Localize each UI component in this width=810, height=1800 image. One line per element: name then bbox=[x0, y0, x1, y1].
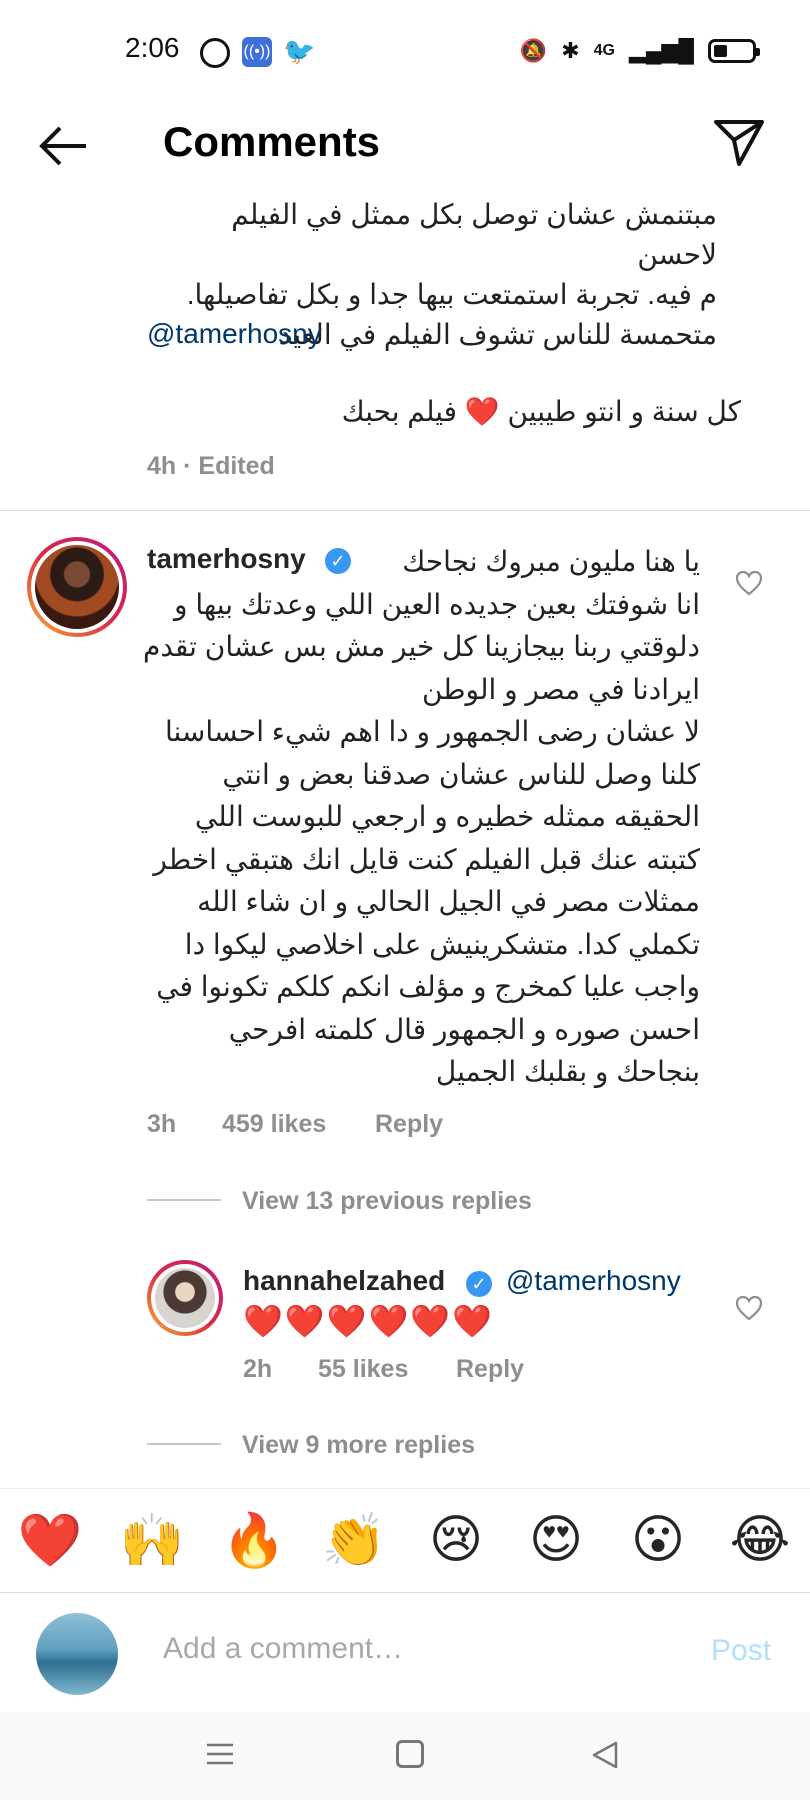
verified-badge-icon: ✓ bbox=[466, 1271, 492, 1297]
signal-icon: ▂▄▆█ bbox=[628, 38, 694, 63]
post-button[interactable]: Post bbox=[711, 1634, 771, 1668]
like-heart-icon[interactable] bbox=[735, 570, 763, 596]
caption-line: مبتنمش عشان توصل بكل ممثل في الفيلم لاحس… bbox=[231, 199, 717, 270]
back-arrow-icon[interactable] bbox=[36, 118, 92, 174]
comment-input[interactable] bbox=[163, 1632, 683, 1666]
emoji-clap[interactable]: 👏 bbox=[320, 1510, 388, 1571]
avatar bbox=[36, 1613, 118, 1695]
twitter-icon: 🐦 bbox=[283, 36, 316, 66]
whatsapp-icon bbox=[200, 38, 230, 68]
reply-text: ❤️❤️❤️❤️❤️❤️ bbox=[243, 1303, 495, 1339]
emoji-surprised[interactable]: 😮 bbox=[624, 1510, 692, 1570]
caption-line: م فيه. تجربة استمتعت بيها جدا و بكل تفاص… bbox=[186, 279, 717, 310]
reply-likes[interactable]: 55 likes bbox=[318, 1355, 408, 1384]
nav-back-icon[interactable] bbox=[590, 1740, 620, 1770]
verified-badge-icon: ✓ bbox=[325, 548, 351, 574]
comment-text: يا هنا مليون مبروك نجاحك انا شوفتك بعين … bbox=[142, 546, 700, 1087]
caption-greeting: كل سنة و انتو طيبين ❤️ فيلم بحبك bbox=[341, 396, 741, 427]
divider bbox=[0, 1488, 810, 1489]
cast-icon: ((•)) bbox=[242, 37, 272, 67]
divider bbox=[147, 1199, 221, 1201]
caption-mention-link[interactable]: @tamerhosny bbox=[147, 318, 322, 350]
reply-time: 2h bbox=[243, 1355, 273, 1383]
comment-likes[interactable]: 459 likes bbox=[222, 1110, 326, 1139]
status-time: 2:06 bbox=[125, 32, 180, 63]
emoji-laughing[interactable]: 😂 bbox=[726, 1510, 794, 1570]
avatar[interactable] bbox=[27, 537, 127, 637]
bluetooth-icon: ✱ bbox=[561, 38, 580, 63]
view-previous-replies-button[interactable]: View 13 previous replies bbox=[242, 1187, 532, 1216]
like-heart-icon[interactable] bbox=[735, 1295, 763, 1321]
emoji-raised-hands[interactable]: 🙌 bbox=[118, 1510, 186, 1571]
comment-time: 3h bbox=[147, 1110, 177, 1138]
status-icons: 🔕 ✱ 4G ▂▄▆█ bbox=[519, 38, 760, 64]
comment-username[interactable]: tamerhosny bbox=[147, 543, 310, 575]
divider bbox=[147, 1443, 221, 1445]
reply-mention-link[interactable]: @tamerhosny bbox=[506, 1265, 681, 1297]
menu-icon[interactable] bbox=[205, 1742, 235, 1766]
view-more-replies-button[interactable]: View 9 more replies bbox=[242, 1431, 475, 1460]
network-type: 4G bbox=[593, 42, 615, 59]
caption-time: 4h · Edited bbox=[147, 452, 275, 480]
avatar[interactable] bbox=[147, 1260, 223, 1336]
mute-icon: 🔕 bbox=[519, 38, 548, 63]
emoji-heart-eyes[interactable]: 😍 bbox=[522, 1510, 590, 1570]
divider bbox=[0, 510, 810, 511]
page-title: Comments bbox=[163, 118, 381, 165]
reply-username[interactable]: hannahelzahed bbox=[243, 1265, 445, 1297]
emoji-sad[interactable]: 😢 bbox=[422, 1510, 490, 1570]
reply-button[interactable]: Reply bbox=[375, 1110, 443, 1139]
emoji-heart[interactable]: ❤️ bbox=[16, 1510, 84, 1571]
battery-icon bbox=[708, 39, 760, 63]
reply-button[interactable]: Reply bbox=[456, 1355, 524, 1384]
divider bbox=[0, 1592, 810, 1593]
emoji-fire[interactable]: 🔥 bbox=[220, 1510, 288, 1571]
send-icon[interactable] bbox=[712, 114, 766, 168]
home-icon[interactable] bbox=[396, 1740, 424, 1768]
